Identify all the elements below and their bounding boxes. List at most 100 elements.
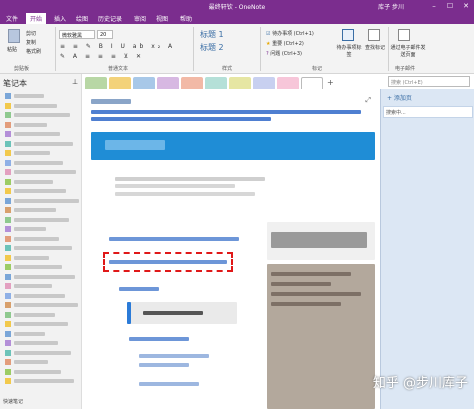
- user-name[interactable]: 库子 步川: [378, 2, 404, 11]
- notebook-item[interactable]: [2, 339, 80, 347]
- section-tab[interactable]: [85, 77, 107, 89]
- find-tags-button[interactable]: 查找标记: [362, 44, 388, 51]
- menu-view[interactable]: 视图: [156, 14, 168, 23]
- notebook-item[interactable]: [2, 178, 80, 186]
- menu-home[interactable]: 开始: [26, 13, 47, 24]
- notebook-color-icon: [5, 359, 11, 365]
- link-line[interactable]: [91, 110, 361, 114]
- add-section-icon[interactable]: +: [327, 78, 334, 87]
- notebook-item-text: [14, 331, 45, 336]
- code-line: [271, 282, 331, 286]
- notebook-item-text: [14, 284, 52, 288]
- notebook-item[interactable]: [2, 216, 80, 224]
- cut-button[interactable]: 剪切: [26, 30, 36, 37]
- email-page-button[interactable]: 通过电子邮件发送页面: [390, 44, 426, 58]
- notebook-item-text: [14, 103, 57, 108]
- link-line[interactable]: [109, 260, 227, 264]
- notebook-item[interactable]: [2, 140, 80, 148]
- format-painter-button[interactable]: 格式刷: [26, 48, 41, 55]
- todo-tag-button[interactable]: 待办事项标签: [336, 44, 362, 58]
- notebook-item[interactable]: [2, 130, 80, 138]
- notebook-item[interactable]: [2, 282, 80, 290]
- notebook-item[interactable]: [2, 311, 80, 319]
- link-line[interactable]: [139, 354, 209, 358]
- section-tab[interactable]: [133, 77, 155, 89]
- tag-important-label: 重要 (Ctrl+2): [272, 41, 304, 47]
- notebook-item[interactable]: [2, 301, 80, 309]
- notebook-item[interactable]: [2, 102, 80, 110]
- menu-help[interactable]: 帮助: [180, 14, 192, 23]
- notebook-item[interactable]: [2, 368, 80, 376]
- menu-draw[interactable]: 绘图: [76, 14, 88, 23]
- link-line[interactable]: [129, 337, 189, 341]
- expand-icon[interactable]: ⤢: [365, 96, 371, 105]
- section-tab[interactable]: [157, 77, 179, 89]
- section-tab[interactable]: [109, 77, 131, 89]
- font-name-select[interactable]: 微软雅黑: [59, 30, 95, 39]
- maximize-button[interactable]: ☐: [442, 0, 458, 12]
- notebook-item[interactable]: [2, 349, 80, 357]
- notebook-color-icon: [5, 311, 11, 318]
- font-size-select[interactable]: 20: [97, 30, 113, 39]
- search-input[interactable]: 搜索 (Ctrl+E): [388, 76, 470, 87]
- tag-important[interactable]: ★ 重要 (Ctrl+2): [266, 40, 304, 47]
- paste-button[interactable]: 粘贴: [7, 46, 17, 53]
- notebook-item[interactable]: [2, 273, 80, 281]
- link-line[interactable]: [139, 363, 189, 367]
- notebook-item[interactable]: [2, 292, 80, 300]
- link-line[interactable]: [109, 237, 239, 241]
- section-tab-active[interactable]: [301, 77, 323, 89]
- link-line[interactable]: [119, 287, 159, 291]
- notebook-item-text: [14, 322, 68, 326]
- menu-review[interactable]: 审阅: [134, 14, 146, 23]
- notebook-item[interactable]: [2, 149, 80, 157]
- menu-insert[interactable]: 插入: [54, 14, 66, 23]
- notebook-item[interactable]: [2, 235, 80, 243]
- menu-file[interactable]: 文件: [6, 14, 18, 23]
- notebook-color-icon: [5, 93, 11, 99]
- section-tab[interactable]: [277, 77, 299, 89]
- notebook-item[interactable]: [2, 320, 80, 328]
- style-heading1[interactable]: 标题 1: [200, 29, 224, 40]
- notebook-item[interactable]: [2, 263, 80, 271]
- copy-button[interactable]: 复制: [26, 39, 36, 46]
- minimize-button[interactable]: –: [426, 0, 442, 12]
- tag-todo[interactable]: ☑ 待办事项 (Ctrl+1): [266, 30, 314, 37]
- notebook-item[interactable]: [2, 121, 80, 129]
- notebook-item[interactable]: [2, 244, 80, 252]
- quick-notes[interactable]: 快速笔记: [3, 398, 23, 405]
- notebook-item[interactable]: [2, 330, 80, 338]
- notebook-item[interactable]: [2, 187, 80, 195]
- style-heading2[interactable]: 标题 2: [200, 42, 224, 53]
- notebook-item[interactable]: [2, 225, 80, 233]
- email-page-icon[interactable]: [398, 29, 410, 41]
- notebook-item[interactable]: [2, 111, 80, 119]
- notebook-item[interactable]: [2, 254, 80, 262]
- section-tab[interactable]: [253, 77, 275, 89]
- notebook-item[interactable]: [2, 358, 80, 366]
- find-tags-icon[interactable]: [368, 29, 380, 41]
- todo-tag-icon[interactable]: [342, 29, 354, 41]
- tag-question[interactable]: ? 问题 (Ctrl+3): [266, 50, 302, 57]
- notebook-item[interactable]: [2, 377, 80, 385]
- page-list-item[interactable]: 搜索中...: [383, 106, 473, 118]
- add-page-button[interactable]: + 添加页: [387, 93, 412, 102]
- menu-history[interactable]: 历史记录: [98, 14, 122, 23]
- link-line[interactable]: [139, 382, 199, 386]
- section-tab[interactable]: [205, 77, 227, 89]
- paragraph-icons[interactable]: ✎ A ≡ ≡ ≡ ⊻ ✕: [60, 53, 190, 61]
- divider: [193, 27, 194, 71]
- section-tab[interactable]: [181, 77, 203, 89]
- notebook-item[interactable]: [2, 92, 80, 100]
- close-button[interactable]: ✕: [458, 0, 474, 12]
- notebook-item[interactable]: [2, 168, 80, 176]
- notebook-item[interactable]: [2, 159, 80, 167]
- page-canvas[interactable]: ⤢: [85, 92, 375, 409]
- notebook-item[interactable]: [2, 197, 80, 205]
- formatting-icons[interactable]: ≡ ≡ ✎ B I U ab x₂ A: [60, 43, 190, 51]
- pin-icon[interactable]: ⊥: [72, 78, 78, 86]
- section-tab[interactable]: [229, 77, 251, 89]
- notebook-item[interactable]: [2, 206, 80, 214]
- link-line[interactable]: [91, 117, 271, 121]
- paste-icon[interactable]: [8, 29, 20, 43]
